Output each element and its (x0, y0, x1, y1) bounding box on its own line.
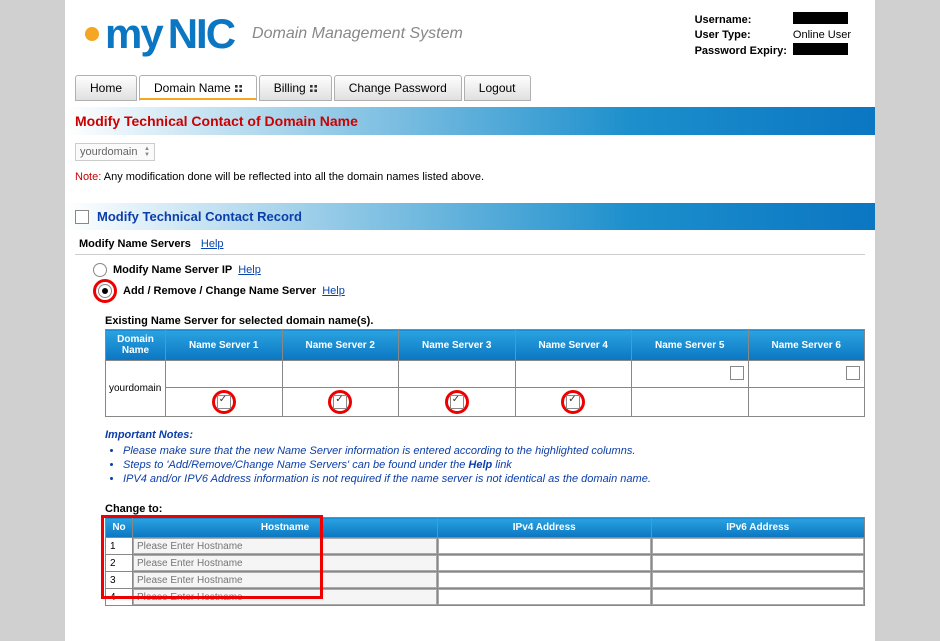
user-info: Username: User Type: Online User Passwor… (691, 10, 855, 60)
main-nav: Home Domain Name Billing Change Password… (75, 75, 875, 101)
ipv4-input-3[interactable] (438, 572, 651, 588)
nav-change-password[interactable]: Change Password (334, 75, 462, 101)
help-link[interactable]: Help (322, 285, 345, 297)
highlight-circle-icon (561, 390, 585, 414)
hostname-input-3[interactable] (133, 572, 437, 588)
existing-ns-table: Domain Name Name Server 1 Name Server 2 … (105, 329, 865, 417)
username-label: Username: (695, 14, 752, 26)
table-row: 2 (106, 555, 865, 572)
highlight-circle-icon (93, 279, 117, 303)
row-num: 4 (106, 589, 133, 606)
radio-modify-ip[interactable] (93, 263, 107, 277)
table-row: 3 (106, 572, 865, 589)
logo: myNIC Domain Management System (85, 10, 463, 58)
username-redacted (793, 12, 848, 24)
col-ns3: Name Server 3 (399, 330, 516, 361)
ipv6-input-4[interactable] (652, 589, 865, 605)
table-row: yourdomain (106, 361, 865, 388)
chevron-down-icon (310, 85, 317, 92)
col-domain-name: Domain Name (106, 330, 166, 361)
row-num: 1 (106, 538, 133, 555)
logo-text-nic: NIC (168, 10, 234, 58)
col-ipv6: IPv6 Address (651, 518, 865, 538)
ns2-checkbox[interactable] (333, 395, 347, 409)
ipv4-input-2[interactable] (438, 555, 651, 571)
domain-selector[interactable]: yourdomain ▲ ▼ (75, 143, 155, 161)
usertype-value: Online User (791, 29, 853, 41)
note-label: Note: (75, 171, 101, 183)
col-ns5: Name Server 5 (632, 330, 749, 361)
radio-add-remove-change[interactable] (98, 284, 112, 298)
ns4-checkbox[interactable] (566, 395, 580, 409)
usertype-label: User Type: (695, 29, 751, 41)
expiry-label: Password Expiry: (695, 45, 787, 57)
important-notes-heading: Important Notes: (105, 429, 193, 441)
section-toggle-bar[interactable]: Modify Technical Contact Record (65, 203, 875, 230)
ipv6-input-2[interactable] (652, 555, 865, 571)
help-link[interactable]: Help (201, 238, 224, 250)
ns3-checkbox[interactable] (450, 395, 464, 409)
ns5-checkbox[interactable] (730, 366, 744, 380)
cell-domain: yourdomain (106, 361, 166, 417)
ipv6-input-1[interactable] (652, 538, 865, 554)
highlight-circle-icon (445, 390, 469, 414)
subsection-header: Modify Name Servers Help (75, 230, 865, 255)
note-item: IPV4 and/or IPV6 Address information is … (123, 473, 865, 485)
radio-modify-ip-label: Modify Name Server IP (113, 264, 232, 276)
ns1-checkbox[interactable] (217, 395, 231, 409)
header: myNIC Domain Management System Username:… (65, 0, 875, 60)
table-row: 1 (106, 538, 865, 555)
logo-text-my: my (105, 10, 162, 58)
ns-table-caption: Existing Name Server for selected domain… (105, 315, 865, 327)
expiry-redacted (793, 43, 848, 55)
ns-option-group: Modify Name Server IP Help Add / Remove … (93, 263, 875, 303)
highlight-circle-icon (328, 390, 352, 414)
important-notes: Important Notes: Please make sure that t… (105, 429, 865, 485)
logo-dot-icon (85, 27, 99, 41)
spinner-down-icon[interactable]: ▼ (144, 152, 150, 158)
radio-add-remove-change-label: Add / Remove / Change Name Server (123, 285, 316, 297)
tagline: Domain Management System (252, 25, 463, 43)
ipv4-input-1[interactable] (438, 538, 651, 554)
col-no: No (106, 518, 133, 538)
ipv4-input-4[interactable] (438, 589, 651, 605)
nav-logout[interactable]: Logout (464, 75, 531, 101)
note-text: Any modification done will be reflected … (104, 171, 484, 183)
subsection-title: Modify Name Servers (79, 238, 191, 250)
note-item: Please make sure that the new Name Serve… (123, 445, 865, 457)
ns6-checkbox[interactable] (846, 366, 860, 380)
hostname-input-1[interactable] (133, 538, 437, 554)
chevron-down-icon (235, 85, 242, 92)
hostname-input-4[interactable] (133, 589, 437, 605)
page-title: Modify Technical Contact of Domain Name (65, 107, 875, 135)
change-to-label: Change to: (105, 503, 162, 515)
col-ipv4: IPv4 Address (438, 518, 652, 538)
col-ns2: Name Server 2 (282, 330, 399, 361)
nav-billing[interactable]: Billing (259, 75, 332, 101)
col-ns4: Name Server 4 (515, 330, 632, 361)
change-to-table: No Hostname IPv4 Address IPv6 Address 1 … (105, 517, 865, 606)
row-num: 2 (106, 555, 133, 572)
table-row (106, 388, 865, 417)
row-num: 3 (106, 572, 133, 589)
note-item: Steps to 'Add/Remove/Change Name Servers… (123, 459, 865, 471)
col-ns6: Name Server 6 (748, 330, 865, 361)
section-checkbox[interactable] (75, 210, 89, 224)
nav-domain-name[interactable]: Domain Name (139, 75, 257, 101)
note: Note: Any modification done will be refl… (75, 171, 865, 183)
table-row: 4 (106, 589, 865, 606)
section-title: Modify Technical Contact Record (97, 209, 302, 224)
nav-home[interactable]: Home (75, 75, 137, 101)
help-link[interactable]: Help (238, 264, 261, 276)
ipv6-input-3[interactable] (652, 572, 865, 588)
hostname-input-2[interactable] (133, 555, 437, 571)
highlight-circle-icon (212, 390, 236, 414)
domain-value: yourdomain (80, 146, 137, 158)
col-ns1: Name Server 1 (166, 330, 283, 361)
col-hostname: Hostname (133, 518, 438, 538)
